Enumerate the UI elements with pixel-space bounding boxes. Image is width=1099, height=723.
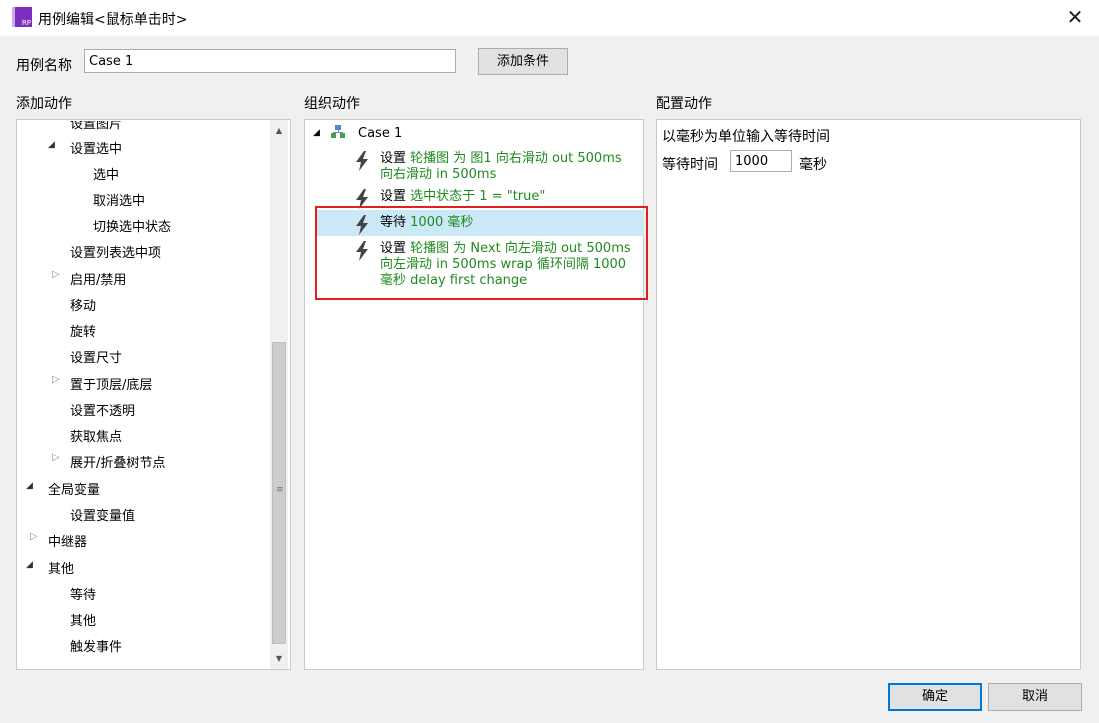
action-tree-scrollbar[interactable]: ▲ ≡ ▼ (270, 120, 288, 669)
add-condition-button[interactable]: 添加条件 (478, 48, 568, 75)
scrollbar-thumb[interactable]: ≡ (272, 342, 286, 644)
expanded-arrow-icon[interactable]: ◢ (48, 140, 55, 150)
tree-item-set-variable[interactable]: 设置变量值 (70, 505, 135, 524)
tree-item-set-list-selection[interactable]: 设置列表选中项 (70, 242, 161, 261)
expanded-arrow-icon[interactable]: ◢ (26, 560, 33, 570)
tree-item-other[interactable]: 其他 (70, 610, 96, 629)
case-name-label: 用例名称 (16, 58, 72, 74)
tree-item-toggle-selected[interactable]: 切换选中状态 (93, 216, 171, 235)
lightning-icon (356, 151, 368, 171)
scroll-up-arrow-icon[interactable]: ▲ (270, 122, 288, 140)
expanded-arrow-icon[interactable]: ◢ (26, 481, 33, 491)
tree-item-bring-front-back[interactable]: 置于顶层/底层 (70, 374, 152, 393)
tree-item-enable-disable[interactable]: 启用/禁用 (70, 269, 126, 288)
window-title: 用例编辑<鼠标单击时> (38, 12, 188, 28)
tree-item-move[interactable]: 移动 (70, 295, 96, 314)
tree-item-deselect[interactable]: 取消选中 (93, 190, 145, 209)
tree-group-repeater[interactable]: 中继器 (48, 531, 87, 550)
tree-group-global-variables[interactable]: 全局变量 (48, 479, 100, 498)
add-action-panel (16, 119, 291, 670)
title-bar: RP 用例编辑<鼠标单击时> ✕ (0, 0, 1099, 36)
tree-item-fire-event[interactable]: 触发事件 (70, 636, 122, 655)
tree-item-wait[interactable]: 等待 (70, 584, 96, 603)
action-item[interactable]: 设置 选中状态于 1 = "true" (354, 189, 639, 209)
action-verb: 设置 (380, 151, 407, 166)
organize-action-header: 组织动作 (304, 96, 360, 112)
expanded-arrow-icon[interactable]: ◢ (313, 128, 320, 138)
tree-item-set-selected[interactable]: 设置选中 (70, 138, 122, 157)
scroll-down-arrow-icon[interactable]: ▼ (270, 650, 288, 668)
tree-item-rotate[interactable]: 旋转 (70, 321, 96, 340)
action-item[interactable]: 设置 轮播图 为 图1 向右滑动 out 500ms 向右滑动 in 500ms (354, 151, 639, 185)
ok-button[interactable]: 确定 (888, 683, 982, 711)
action-verb: 设置 (380, 189, 407, 204)
case-node-label[interactable]: Case 1 (358, 126, 402, 141)
tree-item-set-size[interactable]: 设置尺寸 (70, 347, 122, 366)
collapsed-arrow-icon[interactable]: ▷ (30, 531, 38, 542)
tree-item-focus[interactable]: 获取焦点 (70, 426, 122, 445)
grip-icon: ≡ (276, 485, 284, 495)
wait-time-input[interactable] (730, 150, 792, 172)
annotation-highlight-box (315, 206, 648, 300)
tree-item-select[interactable]: 选中 (93, 164, 119, 183)
cancel-button[interactable]: 取消 (988, 683, 1082, 711)
close-icon[interactable]: ✕ (1061, 4, 1089, 30)
configure-action-header: 配置动作 (656, 96, 712, 112)
case-flow-icon (331, 125, 345, 139)
wait-time-label: 等待时间 (662, 157, 718, 173)
tree-item-set-image[interactable]: 设置图片 (70, 121, 122, 132)
collapsed-arrow-icon[interactable]: ▷ (52, 269, 60, 280)
wait-description: 以毫秒为单位输入等待时间 (662, 129, 830, 145)
collapsed-arrow-icon[interactable]: ▷ (52, 452, 60, 463)
action-detail: 轮播图 为 图1 向右滑动 out 500ms 向右滑动 in 500ms (380, 151, 622, 182)
tree-group-other[interactable]: 其他 (48, 558, 74, 577)
wait-unit-label: 毫秒 (799, 157, 827, 173)
axure-rp-icon: RP (12, 7, 32, 27)
add-action-header: 添加动作 (16, 96, 72, 112)
tree-item-expand-collapse-tree[interactable]: 展开/折叠树节点 (70, 452, 165, 471)
tree-item-set-opacity[interactable]: 设置不透明 (70, 400, 135, 419)
configure-action-panel (656, 119, 1081, 670)
collapsed-arrow-icon[interactable]: ▷ (52, 374, 60, 385)
action-detail: 选中状态于 1 = "true" (410, 189, 546, 204)
case-name-input[interactable] (84, 49, 456, 73)
